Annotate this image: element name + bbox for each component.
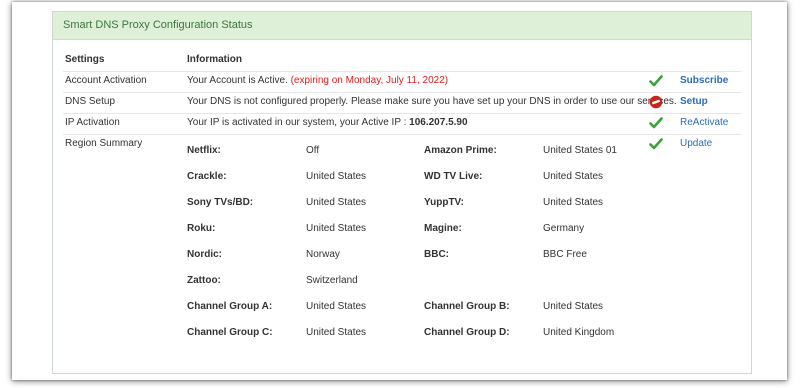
region-name: Channel Group A:	[187, 301, 273, 312]
region-name: Channel Group B:	[424, 301, 510, 312]
setup-link[interactable]: Setup	[680, 92, 708, 112]
update-link[interactable]: Update	[680, 134, 712, 154]
column-header-settings: Settings	[65, 54, 105, 65]
region-name: Sony TVs/BD:	[187, 197, 254, 208]
ip-status-text: Your IP is activated in our system, your…	[187, 117, 407, 128]
check-icon	[649, 137, 663, 151]
table-row-region-summary: Region Summary Update	[63, 134, 741, 155]
region-name: Channel Group D:	[424, 327, 510, 338]
check-icon	[649, 74, 663, 88]
info-text: Your Account is Active. (expiring on Mon…	[187, 71, 448, 91]
table-row-ip-activation: IP Activation Your IP is activated in ou…	[63, 113, 741, 135]
region-value: United States	[306, 171, 367, 182]
region-value: United Kingdom	[543, 327, 615, 338]
region-name: Crackle:	[187, 171, 227, 182]
dns-status-text: Your DNS is not configured properly. Ple…	[187, 96, 677, 107]
region-value: United States 01	[543, 145, 617, 156]
region-name: Magine:	[424, 223, 462, 234]
reactivate-link[interactable]: ReActivate	[680, 113, 728, 133]
region-name: Amazon Prime:	[424, 145, 497, 156]
check-icon	[649, 116, 663, 130]
region-value: United States	[543, 171, 604, 182]
region-value: United States	[543, 301, 604, 312]
error-icon	[649, 95, 663, 109]
expiry-text: (expiring on Monday, July 11, 2022)	[290, 75, 449, 86]
table-row-dns-setup: DNS Setup Your DNS is not configured pro…	[63, 92, 741, 114]
region-value: Norway	[306, 249, 340, 260]
table-header-row: Settings Information	[63, 50, 741, 72]
region-value: United States	[306, 327, 367, 338]
info-text: Your IP is activated in our system, your…	[187, 113, 468, 133]
dns-status-panel: Smart DNS Proxy Configuration Status Set…	[52, 11, 752, 374]
setting-label: Account Activation	[65, 75, 147, 86]
setting-label: DNS Setup	[65, 96, 116, 107]
region-value: United States	[306, 223, 367, 234]
region-value: BBC Free	[543, 249, 587, 260]
column-header-information: Information	[187, 54, 242, 65]
region-name: Channel Group C:	[187, 327, 273, 338]
subscribe-link[interactable]: Subscribe	[680, 71, 728, 91]
region-name: Zattoo:	[187, 275, 221, 286]
region-name: WD TV Live:	[424, 171, 483, 182]
region-value: Switzerland	[306, 275, 358, 286]
setting-label: Region Summary	[65, 138, 143, 149]
setting-label: IP Activation	[65, 117, 120, 128]
region-name: BBC:	[424, 249, 449, 260]
region-value: United States	[306, 301, 367, 312]
region-name: Netflix:	[187, 145, 221, 156]
region-value: Off	[306, 145, 320, 156]
active-ip: 106.207.5.90	[409, 117, 468, 128]
panel-title: Smart DNS Proxy Configuration Status	[53, 12, 751, 40]
table-row-account-activation: Account Activation Your Account is Activ…	[63, 71, 741, 93]
region-value: United States	[306, 197, 367, 208]
region-name: Roku:	[187, 223, 216, 234]
region-name: Nordic:	[187, 249, 222, 260]
region-value: United States	[543, 197, 604, 208]
account-status-text: Your Account is Active.	[187, 75, 288, 86]
region-name: YuppTV:	[424, 197, 464, 208]
screenshot-frame: Smart DNS Proxy Configuration Status Set…	[12, 2, 787, 380]
region-value: Germany	[543, 223, 585, 234]
